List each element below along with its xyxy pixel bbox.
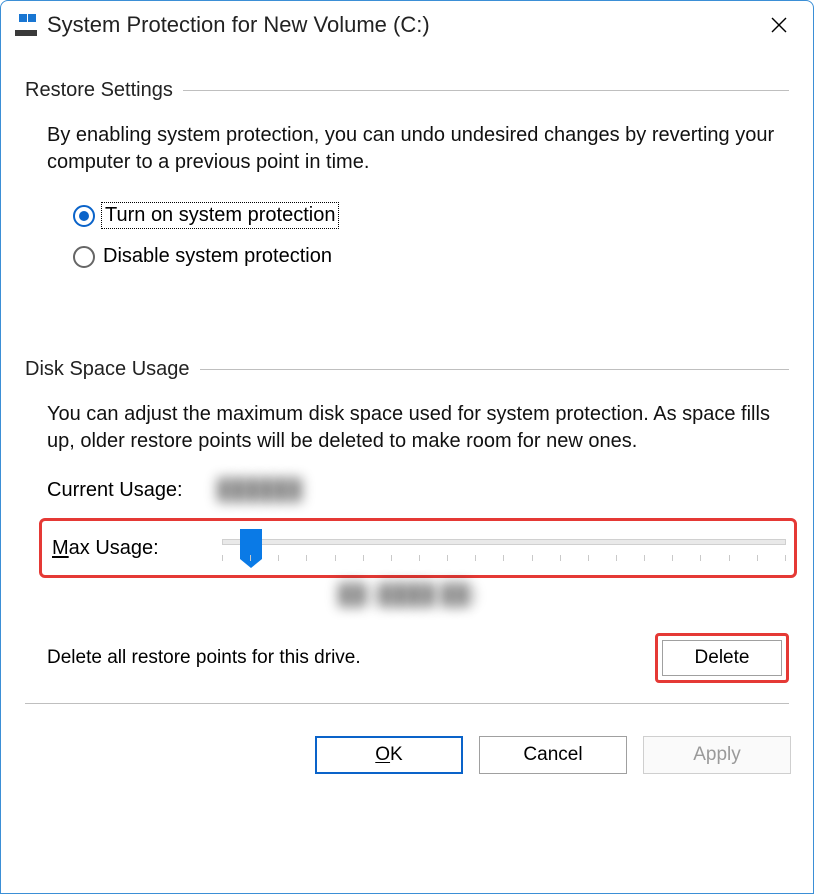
window-title: System Protection for New Volume (C:) — [47, 12, 759, 38]
radio-turn-on[interactable]: Turn on system protection — [73, 204, 789, 227]
restore-settings-header: Restore Settings — [25, 79, 789, 102]
ok-button[interactable]: OK — [315, 736, 463, 774]
protection-radio-group: Turn on system protection Disable system… — [73, 204, 789, 268]
current-usage-value: ██████ — [217, 479, 302, 502]
radio-disable[interactable]: Disable system protection — [73, 245, 789, 268]
disk-description: You can adjust the maximum disk space us… — [47, 401, 789, 455]
close-button[interactable] — [759, 5, 799, 45]
current-usage-row: Current Usage: ██████ — [47, 479, 789, 502]
apply-button: Apply — [643, 736, 791, 774]
system-properties-icon — [15, 14, 37, 36]
radio-turn-on-label: Turn on system protection — [103, 204, 337, 227]
system-protection-dialog: System Protection for New Volume (C:) Re… — [0, 0, 814, 894]
restore-description: By enabling system protection, you can u… — [47, 122, 789, 176]
max-usage-value: ██ (████ ██) — [25, 584, 789, 607]
close-icon — [771, 17, 787, 33]
delete-highlight: Delete — [655, 633, 789, 683]
current-usage-label: Current Usage: — [47, 479, 217, 502]
cancel-button[interactable]: Cancel — [479, 736, 627, 774]
disk-space-header: Disk Space Usage — [25, 358, 789, 381]
radio-icon — [73, 205, 95, 227]
radio-disable-label: Disable system protection — [103, 245, 332, 268]
max-usage-highlight: Max Usage: — [39, 518, 797, 578]
radio-icon — [73, 246, 95, 268]
delete-button[interactable]: Delete — [662, 640, 782, 676]
max-usage-slider[interactable] — [222, 531, 786, 571]
delete-description: Delete all restore points for this drive… — [47, 647, 361, 669]
titlebar: System Protection for New Volume (C:) — [1, 1, 813, 49]
dialog-footer: OK Cancel Apply — [1, 718, 813, 792]
footer-separator — [25, 703, 789, 704]
max-usage-label: Max Usage: — [52, 537, 222, 560]
